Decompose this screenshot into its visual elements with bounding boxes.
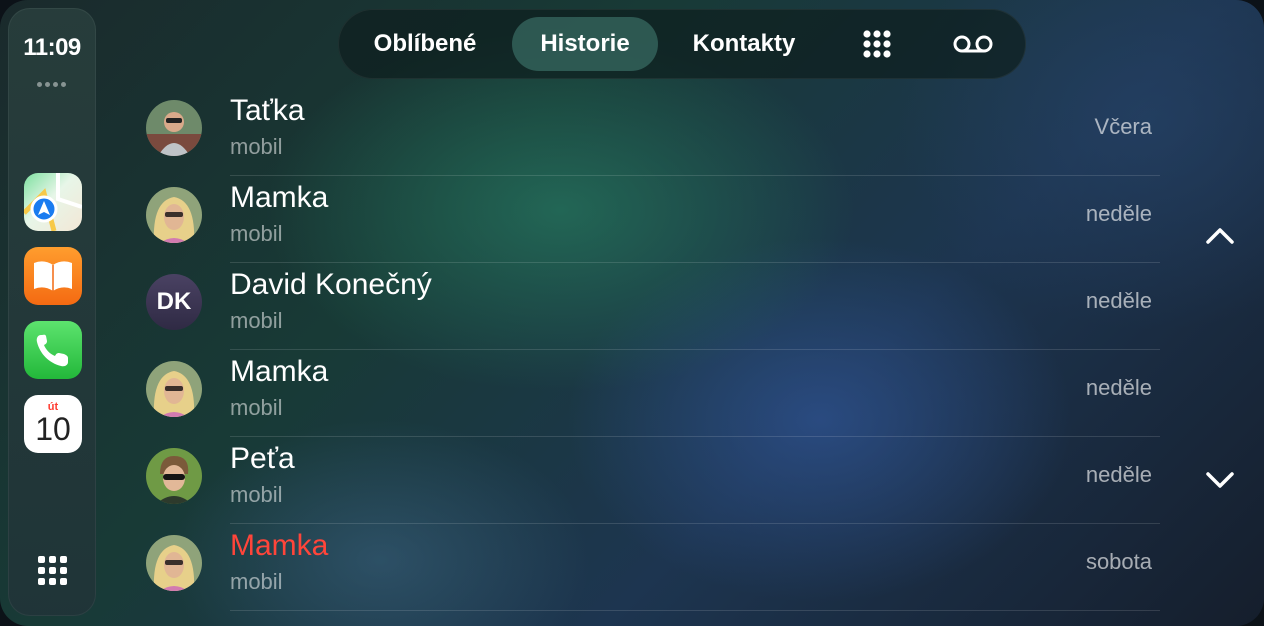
contact-name: Peťa	[230, 442, 295, 475]
cellular-signal-icon	[37, 82, 66, 87]
call-history-row[interactable]: Mamka mobil sobota	[140, 525, 1160, 611]
tab-history[interactable]: Historie	[512, 17, 658, 71]
call-number-type: mobil	[230, 221, 283, 246]
app-grid-button[interactable]	[36, 554, 70, 588]
tab-keypad[interactable]	[842, 17, 912, 71]
contact-name: Mamka	[230, 355, 329, 388]
contact-name: Mamka	[230, 181, 329, 214]
call-number-type: mobil	[230, 308, 283, 333]
call-date: neděle	[1085, 462, 1152, 487]
call-history-row[interactable]: DK David Konečný mobil neděle	[140, 264, 1160, 350]
contact-name: David Konečný	[230, 268, 432, 301]
phone-tab-bar: Oblíbené Historie Kontakty	[338, 9, 1026, 79]
phone-icon	[36, 334, 68, 367]
maps-app-button[interactable]	[24, 173, 82, 231]
tab-favorites[interactable]: Oblíbené	[352, 17, 498, 71]
app-grid-icon	[38, 556, 67, 585]
call-date: neděle	[1085, 201, 1152, 226]
call-number-type: mobil	[230, 482, 283, 507]
call-history-row[interactable]: Peťa mobil neděle	[140, 438, 1160, 524]
row-divider	[230, 610, 1160, 611]
tab-voicemail[interactable]	[938, 17, 1008, 71]
row-divider	[230, 175, 1160, 176]
contact-name: Taťka	[230, 94, 305, 127]
keypad-icon	[863, 30, 891, 58]
call-history-row[interactable]: Mamka mobil neděle	[140, 351, 1160, 437]
contact-avatar-initials: DK	[146, 274, 202, 330]
calendar-day-number: 10	[35, 411, 71, 447]
call-history-row[interactable]: Mamka mobil neděle	[140, 177, 1160, 263]
row-divider	[230, 349, 1160, 350]
contact-avatar-photo	[146, 535, 202, 591]
carplay-screen: 11:09 út 10 Oblíbené Historie Kontakty T…	[0, 0, 1264, 626]
call-date: sobota	[1085, 549, 1152, 574]
voicemail-icon	[953, 35, 993, 53]
maps-icon	[24, 173, 82, 231]
row-divider	[230, 523, 1160, 524]
row-divider	[230, 436, 1160, 437]
books-icon	[34, 261, 72, 291]
carplay-dock: 11:09 út 10	[8, 8, 96, 616]
scroll-up-button[interactable]	[1200, 220, 1240, 250]
call-number-type: mobil	[230, 569, 283, 594]
status-time: 11:09	[23, 34, 81, 61]
scroll-down-button[interactable]	[1200, 465, 1240, 495]
call-number-type: mobil	[230, 134, 283, 159]
tab-contacts[interactable]: Kontakty	[672, 17, 816, 71]
call-date: neděle	[1085, 288, 1152, 313]
chevron-down-icon	[1206, 472, 1234, 488]
phone-app-button[interactable]	[24, 321, 82, 379]
row-divider	[230, 262, 1160, 263]
contact-avatar-photo	[146, 448, 202, 504]
calendar-app-button[interactable]: út 10	[24, 395, 82, 453]
call-history-row[interactable]: Taťka mobil Včera	[140, 90, 1160, 176]
contact-name-missed: Mamka	[230, 529, 329, 562]
call-date: Včera	[1094, 114, 1152, 139]
contact-avatar-photo	[146, 100, 202, 156]
contact-avatar-photo	[146, 361, 202, 417]
books-app-button[interactable]	[24, 247, 82, 305]
call-date: neděle	[1085, 375, 1152, 400]
chevron-up-icon	[1206, 228, 1234, 244]
contact-avatar-photo	[146, 187, 202, 243]
call-number-type: mobil	[230, 395, 283, 420]
